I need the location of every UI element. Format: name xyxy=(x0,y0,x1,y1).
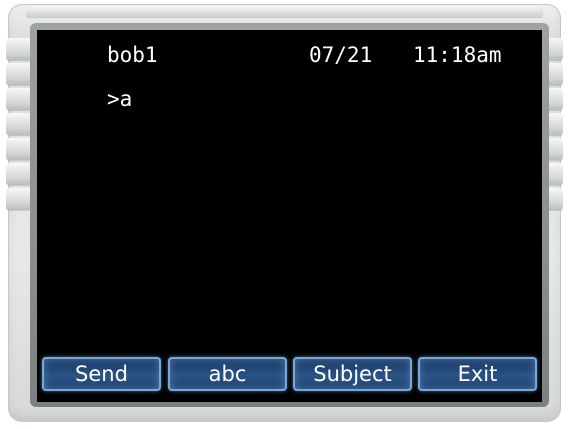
time-label: 11:18am xyxy=(413,43,502,67)
send-button[interactable]: Send xyxy=(42,357,161,391)
left-bezel-ridges xyxy=(6,38,32,213)
bezel-top-lip xyxy=(26,6,543,18)
message-input-line[interactable]: >a xyxy=(107,87,132,111)
abc-mode-button[interactable]: abc xyxy=(168,357,287,391)
bezel-ridge xyxy=(6,63,32,85)
exit-button[interactable]: Exit xyxy=(418,357,537,391)
status-bar: bob1 07/21 11:18am xyxy=(37,43,542,73)
date-label: 07/21 xyxy=(309,43,373,67)
display-screen: bob1 07/21 11:18am >a Send abc Subject E… xyxy=(37,30,542,402)
subject-button[interactable]: Subject xyxy=(293,357,412,391)
bezel-ridge xyxy=(6,88,32,110)
bezel-ridge xyxy=(6,163,32,185)
bezel-ridge xyxy=(6,113,32,135)
softkey-bar: Send abc Subject Exit xyxy=(42,357,537,391)
bezel-ridge xyxy=(6,138,32,160)
bezel-ridge xyxy=(6,188,32,210)
username-label: bob1 xyxy=(107,43,158,67)
phone-device: bob1 07/21 11:18am >a Send abc Subject E… xyxy=(0,0,569,429)
bezel-ridge xyxy=(6,38,32,60)
